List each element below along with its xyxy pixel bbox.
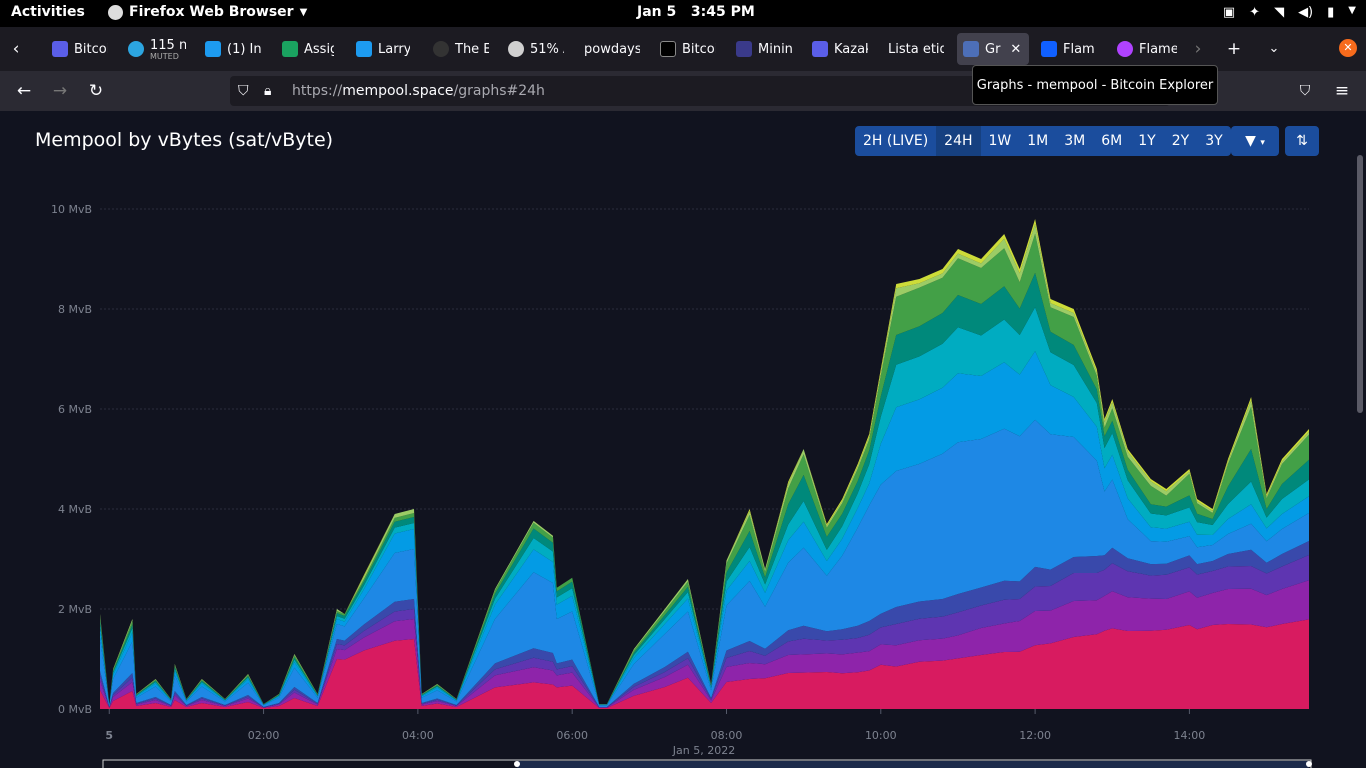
lock-icon[interactable]: 🔒︎ [264,76,271,106]
tab-item[interactable]: Lista etiq [888,33,944,65]
chevron-down-icon: ▼ [299,6,308,18]
clock-date: Jan 5 [637,4,677,20]
app-name-label: Firefox Web Browser [129,4,294,20]
close-window-icon[interactable]: ✕ [1339,39,1357,57]
x-tick-label: 10:00 [865,729,897,742]
favicon-icon [128,41,144,57]
range-button-3m[interactable]: 3M [1056,126,1093,156]
screen-share-icon: ▣ [1222,5,1236,20]
list-all-tabs-icon[interactable]: ⌄ [1262,37,1286,61]
range-button-2y[interactable]: 2Y [1164,126,1197,156]
tab-item[interactable]: Larry [356,33,410,65]
pocket-icon[interactable]: ⛉ [1293,79,1317,103]
x-tick-label: 04:00 [402,729,434,742]
sort-icon: ⇅ [1296,133,1308,149]
x-date-label: Jan 5, 2022 [672,744,735,757]
range-button-3y[interactable]: 3Y [1197,126,1230,156]
tab-item[interactable]: Assig [282,33,334,65]
zoom-slider-handle-right[interactable] [1306,761,1312,767]
chevron-down-icon: ▼ [1348,5,1356,16]
tab-item[interactable]: 51% A [508,33,564,65]
filter-icon: ▼ [1245,133,1256,149]
graph-title: Mempool by vBytes (sat/vByte) [35,129,334,151]
chart-areas [100,219,1309,709]
x-tick-label: 14:00 [1174,729,1206,742]
firefox-icon [108,4,123,20]
tab-item-active[interactable]: Gr ✕ [957,33,1029,65]
volume-icon: ◀) [1298,5,1314,20]
zoom-slider-handle-left[interactable] [514,761,520,767]
forward-icon[interactable]: → [48,79,72,103]
y-tick-label: 4 MvB [58,503,92,516]
page-scrollbar[interactable] [1357,155,1363,413]
tab-scroll-left-icon[interactable]: ‹ [4,37,28,61]
new-tab-icon[interactable]: + [1222,37,1246,61]
range-button-1y[interactable]: 1Y [1130,126,1163,156]
filter-button[interactable]: ▼ ▾ [1231,126,1279,156]
range-button-1m[interactable]: 1M [1019,126,1056,156]
favicon-icon [433,41,449,57]
range-button-24h[interactable]: 24H [936,126,981,156]
app-menu[interactable]: Firefox Web Browser ▼ [108,4,307,20]
invert-order-button[interactable]: ⇅ [1285,126,1319,156]
clock-time: 3:45 PM [690,4,755,20]
wifi-icon: ◥ [1274,5,1285,20]
time-range-selector: 2H (LIVE) 24H 1W 1M 3M 6M 1Y 2Y 3Y [855,126,1231,156]
shield-icon[interactable]: ⛉ [238,76,249,106]
favicon-icon [508,41,524,57]
x-tick-label: 12:00 [1019,729,1051,742]
tab-tooltip: Graphs - mempool - Bitcoin Explorer [972,65,1218,105]
y-tick-label: 0 MvB [58,703,92,716]
tab-scroll-right-icon[interactable]: › [1186,37,1210,61]
tab-item[interactable]: Flame [1117,33,1177,65]
url-host: mempool.space [342,83,454,99]
close-tab-icon[interactable]: ✕ [1010,42,1021,57]
y-tick-label: 10 MvB [51,203,92,216]
x-tick-label: 08:00 [711,729,743,742]
x-tick-label: 06:00 [556,729,588,742]
favicon-icon [356,41,372,57]
zoom-slider-selected-range[interactable] [517,761,1309,768]
favicon-icon [1041,41,1057,57]
favicon-icon [1117,41,1133,57]
url-prefix: https:// [292,83,343,99]
range-button-1w[interactable]: 1W [981,126,1020,156]
clock[interactable]: Jan 5 3:45 PM [637,4,755,20]
tab-item[interactable]: Minin [736,33,792,65]
extension-icon: ✦ [1249,5,1261,20]
activities-button[interactable]: Activities [11,4,85,20]
chevron-down-icon: ▾ [1260,138,1265,148]
tab-item[interactable]: Flam [1041,33,1097,65]
favicon-icon [205,41,221,57]
battery-icon: ▮ [1327,5,1335,20]
tab-item[interactable]: The E [433,33,489,65]
favicon-icon [52,41,68,57]
tab-item[interactable]: Bitcoi [52,33,108,65]
url-path: /graphs#24h [453,83,545,99]
favicon-icon [660,41,676,57]
y-tick-label: 2 MvB [58,603,92,616]
range-button-6m[interactable]: 6M [1093,126,1130,156]
tab-item[interactable]: Kazak [812,33,868,65]
system-top-bar: Activities Firefox Web Browser ▼ Jan 5 3… [0,0,1366,27]
back-icon[interactable]: ← [12,79,36,103]
x-tick-label: 02:00 [248,729,280,742]
favicon-icon [812,41,828,57]
x-tick-label: 5 [105,729,113,742]
tab-item[interactable]: 115 n MUTED [128,33,186,65]
mempool-chart: 0 MvB 2 MvB 4 MvB 6 MvB 8 MvB 10 MvB 5 02:00 04:… [51,203,1312,768]
favicon-icon [282,41,298,57]
reload-icon[interactable]: ↻ [84,79,108,103]
y-tick-label: 6 MvB [58,403,92,416]
favicon-icon [736,41,752,57]
tab-item[interactable]: powdays [584,33,640,65]
system-tray[interactable]: ▣ ✦ ◥ ◀) ▮ ▼ [1223,5,1356,20]
favicon-icon [963,41,979,57]
menu-icon[interactable]: ≡ [1330,79,1354,103]
y-tick-label: 8 MvB [58,303,92,316]
tab-item[interactable]: Bitcoi [660,33,716,65]
page-content: 0 MvB 2 MvB 4 MvB 6 MvB 8 MvB 10 MvB 5 02:00 04:… [0,111,1366,768]
range-button-2h[interactable]: 2H (LIVE) [855,126,936,156]
tab-item[interactable]: (1) In [205,33,261,65]
